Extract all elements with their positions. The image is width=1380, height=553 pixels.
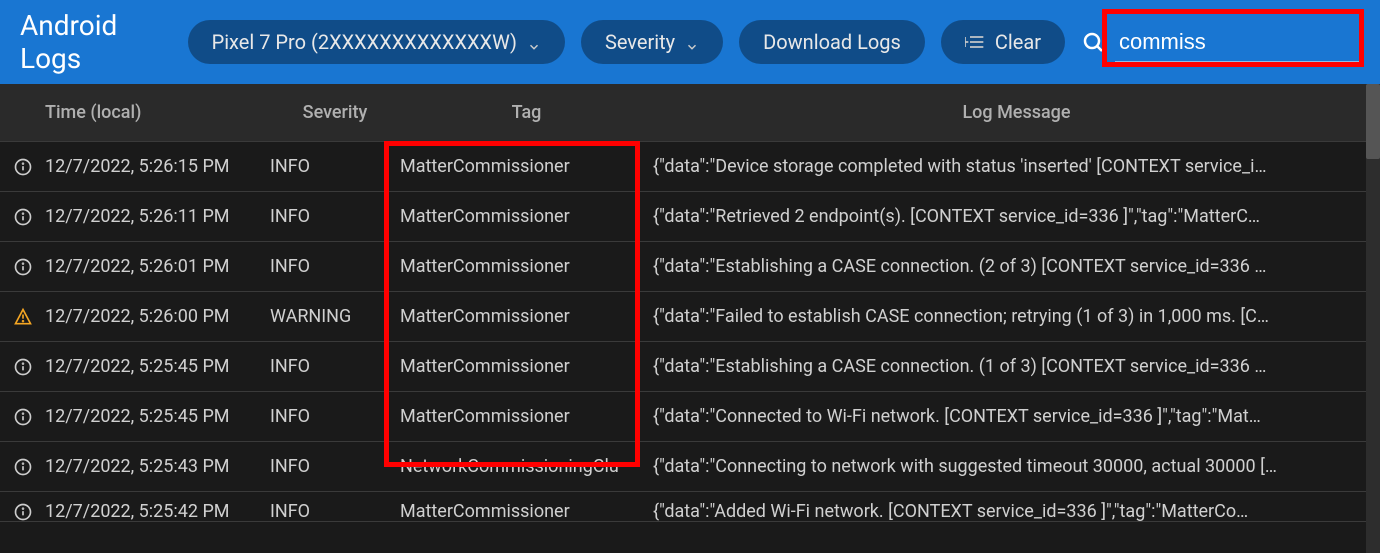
info-icon bbox=[0, 357, 45, 377]
table-row[interactable]: 12/7/2022, 5:26:00 PMWARNINGMatterCommis… bbox=[0, 292, 1380, 342]
cell-message: {"data":"Connecting to network with sugg… bbox=[653, 456, 1380, 477]
table-body: 12/7/2022, 5:26:15 PMINFOMatterCommissio… bbox=[0, 142, 1380, 522]
th-severity[interactable]: Severity bbox=[270, 102, 400, 123]
info-icon bbox=[0, 257, 45, 277]
header-bar: Android Logs Pixel 7 Pro (2XXXXXXXXXXXXX… bbox=[0, 0, 1380, 84]
download-logs-button[interactable]: Download Logs bbox=[739, 20, 925, 64]
cell-time: 12/7/2022, 5:25:42 PM bbox=[45, 501, 270, 522]
th-tag[interactable]: Tag bbox=[400, 102, 653, 123]
search-icon bbox=[1081, 30, 1105, 54]
table-row[interactable]: 12/7/2022, 5:26:15 PMINFOMatterCommissio… bbox=[0, 142, 1380, 192]
cell-severity: INFO bbox=[270, 356, 400, 377]
cell-tag: MatterCommissioner bbox=[400, 406, 653, 427]
info-icon bbox=[0, 407, 45, 427]
cell-time: 12/7/2022, 5:25:43 PM bbox=[45, 456, 270, 477]
cell-tag: MatterCommissioner bbox=[400, 501, 653, 522]
cell-time: 12/7/2022, 5:26:01 PM bbox=[45, 256, 270, 277]
table-row[interactable]: 12/7/2022, 5:26:11 PMINFOMatterCommissio… bbox=[0, 192, 1380, 242]
cell-message: {"data":"Device storage completed with s… bbox=[653, 156, 1380, 177]
cell-time: 12/7/2022, 5:25:45 PM bbox=[45, 406, 270, 427]
search-container bbox=[1081, 23, 1360, 62]
device-selector-label: Pixel 7 Pro (2XXXXXXXXXXXXXW) bbox=[212, 30, 517, 54]
cell-severity: WARNING bbox=[270, 306, 400, 327]
scrollbar[interactable] bbox=[1366, 84, 1380, 553]
warning-icon bbox=[0, 307, 45, 327]
cell-message: {"data":"Connected to Wi-Fi network. [CO… bbox=[653, 406, 1380, 427]
search-input[interactable] bbox=[1115, 23, 1360, 62]
cell-time: 12/7/2022, 5:26:15 PM bbox=[45, 156, 270, 177]
cell-severity: INFO bbox=[270, 156, 400, 177]
scrollbar-thumb[interactable] bbox=[1366, 84, 1380, 159]
cell-severity: INFO bbox=[270, 456, 400, 477]
cell-tag: NetworkCommissioningClu bbox=[400, 456, 653, 477]
severity-filter-label: Severity bbox=[605, 30, 675, 54]
info-icon bbox=[0, 457, 45, 477]
download-logs-label: Download Logs bbox=[763, 30, 901, 54]
table-header: Time (local) Severity Tag Log Message bbox=[0, 84, 1380, 142]
th-message[interactable]: Log Message bbox=[653, 102, 1380, 123]
severity-filter[interactable]: Severity bbox=[581, 20, 723, 64]
cell-tag: MatterCommissioner bbox=[400, 156, 653, 177]
th-time[interactable]: Time (local) bbox=[45, 102, 270, 123]
table-row[interactable]: 12/7/2022, 5:25:45 PMINFOMatterCommissio… bbox=[0, 392, 1380, 442]
cell-tag: MatterCommissioner bbox=[400, 256, 653, 277]
info-icon bbox=[0, 502, 45, 522]
cell-message: {"data":"Establishing a CASE connection.… bbox=[653, 356, 1380, 377]
table-row[interactable]: 12/7/2022, 5:25:43 PMINFONetworkCommissi… bbox=[0, 442, 1380, 492]
cell-message: {"data":"Retrieved 2 endpoint(s). [CONTE… bbox=[653, 206, 1380, 227]
cell-severity: INFO bbox=[270, 406, 400, 427]
cell-tag: MatterCommissioner bbox=[400, 356, 653, 377]
cell-severity: INFO bbox=[270, 256, 400, 277]
clear-button[interactable]: Clear bbox=[941, 20, 1065, 64]
clear-icon bbox=[965, 34, 985, 50]
table-row[interactable]: 12/7/2022, 5:25:45 PMINFOMatterCommissio… bbox=[0, 342, 1380, 392]
cell-message: {"data":"Establishing a CASE connection.… bbox=[653, 256, 1380, 277]
clear-label: Clear bbox=[995, 30, 1041, 54]
page-title: Android Logs bbox=[20, 9, 156, 75]
cell-message: {"data":"Failed to establish CASE connec… bbox=[653, 306, 1380, 327]
info-icon bbox=[0, 157, 45, 177]
log-table: Time (local) Severity Tag Log Message 12… bbox=[0, 84, 1380, 522]
cell-severity: INFO bbox=[270, 501, 400, 522]
th-icon bbox=[0, 102, 45, 123]
info-icon bbox=[0, 207, 45, 227]
cell-message: {"data":"Added Wi-Fi network. [CONTEXT s… bbox=[653, 501, 1380, 522]
table-row[interactable]: 12/7/2022, 5:26:01 PMINFOMatterCommissio… bbox=[0, 242, 1380, 292]
chevron-down-icon bbox=[685, 35, 699, 49]
chevron-down-icon bbox=[527, 35, 541, 49]
cell-time: 12/7/2022, 5:26:00 PM bbox=[45, 306, 270, 327]
cell-tag: MatterCommissioner bbox=[400, 206, 653, 227]
cell-time: 12/7/2022, 5:26:11 PM bbox=[45, 206, 270, 227]
cell-severity: INFO bbox=[270, 206, 400, 227]
cell-tag: MatterCommissioner bbox=[400, 306, 653, 327]
cell-time: 12/7/2022, 5:25:45 PM bbox=[45, 356, 270, 377]
table-row[interactable]: 12/7/2022, 5:25:42 PMINFOMatterCommissio… bbox=[0, 492, 1380, 522]
device-selector[interactable]: Pixel 7 Pro (2XXXXXXXXXXXXXW) bbox=[188, 20, 565, 64]
